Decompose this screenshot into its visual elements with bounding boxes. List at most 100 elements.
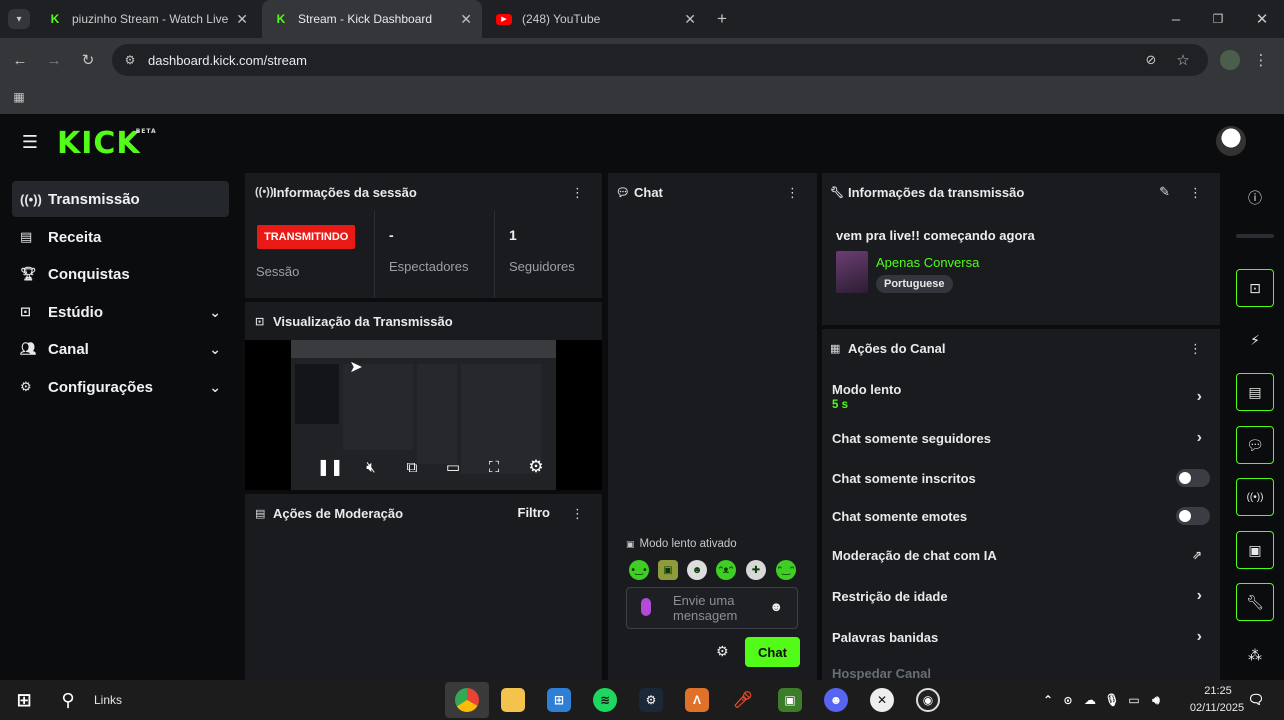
spotify-icon[interactable]: ≋ xyxy=(593,688,617,712)
profile-avatar[interactable] xyxy=(1220,50,1240,70)
shapes-icon[interactable]: ⁂ xyxy=(1236,640,1274,670)
pause-icon[interactable]: ❚❚ xyxy=(317,458,344,476)
eye-off-icon[interactable]: ⊘ xyxy=(1142,51,1160,69)
back-icon[interactable]: ← xyxy=(10,50,30,70)
rail-chat-button[interactable]: 💬︎ xyxy=(1236,426,1274,464)
video-preview[interactable]: ❚❚ 🔇︎ ⧉ ▭ ⛶ ⚙ ➤ xyxy=(245,340,602,490)
address-bar[interactable]: ⚙ dashboard.kick.com/stream ⊘ ☆ xyxy=(112,44,1208,76)
emote-icon[interactable]: ᵔᴥᵔ xyxy=(716,560,736,580)
close-icon[interactable]: ✕ xyxy=(684,11,696,28)
broadcast-icon: ((•)) xyxy=(20,191,42,207)
tab-search-icon[interactable]: ▾ xyxy=(8,9,30,29)
microphone-tray-icon[interactable]: 🎙︎ xyxy=(1100,688,1124,712)
row-label: Moderação de chat com IA xyxy=(832,547,997,563)
apps-grid-icon[interactable]: ▦ xyxy=(10,88,28,106)
channel-actions-panel: ▦ Ações do Canal ⋮ Modo lento 5 s › Chat… xyxy=(822,329,1220,680)
rail-moderation-button[interactable]: ▣ xyxy=(1236,531,1274,569)
followers-only-chat-row[interactable]: Chat somente seguidores › xyxy=(822,420,1220,456)
host-channel-row[interactable]: Hospedar Canal xyxy=(822,655,1220,681)
more-options-icon[interactable]: ⋮ xyxy=(1189,185,1202,201)
edit-icon[interactable]: ✎ xyxy=(1159,184,1170,200)
chat-input[interactable]: Envie uma mensagem ☻ xyxy=(626,587,798,629)
emote-icon[interactable]: ✚ xyxy=(746,560,766,580)
mute-icon[interactable]: 🔇︎ xyxy=(362,458,380,476)
banned-words-row[interactable]: Palavras banidas › xyxy=(822,619,1220,655)
sidebar-item-canal[interactable]: 👥︎ Canal ⌄ xyxy=(12,331,229,367)
kick-logo[interactable]: KICK BETA xyxy=(57,126,156,161)
ai-moderation-row[interactable]: Moderação de chat com IA ⇗ xyxy=(822,537,1220,573)
chrome-icon[interactable] xyxy=(455,688,479,712)
more-options-icon[interactable]: ⋮ xyxy=(571,506,584,522)
settings-icon[interactable]: ⚙ xyxy=(527,457,545,476)
app-icon[interactable]: Λ xyxy=(685,688,709,712)
minecraft-icon[interactable]: ▣ xyxy=(778,688,802,712)
rail-studio-button[interactable]: ⊡ xyxy=(1236,269,1274,307)
discord-icon[interactable]: ☻ xyxy=(824,688,848,712)
network-icon[interactable]: ▭ xyxy=(1122,688,1146,712)
emote-icon[interactable]: ᵔ‿ᵔ xyxy=(776,560,796,580)
microphone-app-icon[interactable]: 🎤︎ xyxy=(731,688,755,712)
microphone-icon[interactable] xyxy=(641,598,651,616)
category-link[interactable]: Apenas Conversa xyxy=(876,255,979,270)
rail-wrench-button[interactable]: 🔧︎ xyxy=(1236,583,1274,621)
tab-piuzinho[interactable]: K piuzinho Stream - Watch Live o ✕ xyxy=(36,0,258,38)
steam-icon[interactable]: ⚙ xyxy=(639,688,663,712)
star-icon[interactable]: ☆ xyxy=(1174,51,1192,69)
store-icon[interactable]: ⊞ xyxy=(547,688,571,712)
reload-icon[interactable]: ↻ xyxy=(78,50,98,70)
chat-settings-icon[interactable]: ⚙ xyxy=(716,643,729,660)
emote-icon[interactable]: ▣ xyxy=(658,560,678,580)
video-inner-sidebar xyxy=(295,364,339,424)
tab-youtube[interactable]: ▶ (248) YouTube ✕ xyxy=(484,0,706,38)
user-avatar[interactable] xyxy=(1216,126,1246,156)
obs-icon[interactable]: ◉ xyxy=(916,688,940,712)
sidebar-item-estudio[interactable]: ⊡ Estúdio ⌄ xyxy=(12,294,229,330)
close-window-icon[interactable]: ✕ xyxy=(1252,9,1272,29)
sidebar-item-configuracoes[interactable]: ⚙ Configurações ⌄ xyxy=(12,369,229,405)
sidebar-item-conquistas[interactable]: 🏆︎ Conquistas xyxy=(12,256,229,292)
site-settings-icon[interactable]: ⚙ xyxy=(122,52,138,68)
sidebar-item-transmissao[interactable]: ((•)) Transmissão xyxy=(12,181,229,217)
forward-icon[interactable]: → xyxy=(44,50,64,70)
sidebar-item-label: Canal xyxy=(48,340,89,358)
theater-mode-icon[interactable]: ▭ xyxy=(444,458,462,476)
lightning-icon[interactable]: ⚡︎ xyxy=(1236,325,1274,355)
xbox-icon[interactable]: ✕ xyxy=(870,688,894,712)
picture-in-picture-icon[interactable]: ⧉ xyxy=(403,458,421,476)
more-options-icon[interactable]: ⋮ xyxy=(571,185,584,201)
taskbar-time[interactable]: 21:25 xyxy=(1188,685,1248,697)
tab-kick-dashboard[interactable]: K Stream - Kick Dashboard ✕ xyxy=(262,0,482,38)
rail-notes-button[interactable]: ▤ xyxy=(1236,373,1274,411)
bookmarks-bar: ▦ xyxy=(0,82,1284,114)
emote-icon[interactable]: ☻ xyxy=(687,560,707,580)
more-options-icon[interactable]: ⋮ xyxy=(1189,341,1202,357)
new-tab-icon[interactable]: + xyxy=(712,9,732,29)
restore-icon[interactable]: ❐ xyxy=(1208,9,1228,29)
volume-icon[interactable]: 🔊︎ xyxy=(1144,688,1168,712)
sidebar-item-receita[interactable]: ▤ Receita xyxy=(12,219,229,255)
windows-start-icon[interactable]: ⊞ xyxy=(12,688,36,712)
minimize-icon[interactable]: – xyxy=(1166,9,1186,29)
emotes-only-toggle[interactable] xyxy=(1176,507,1210,525)
cloud-icon[interactable]: ☁ xyxy=(1078,688,1102,712)
subscribers-only-toggle[interactable] xyxy=(1176,469,1210,487)
more-options-icon[interactable]: ⋮ xyxy=(786,185,799,201)
search-icon[interactable]: ⚲ xyxy=(56,688,80,712)
emoji-icon[interactable]: ☻ xyxy=(769,599,783,614)
file-explorer-icon[interactable] xyxy=(501,688,525,712)
close-icon[interactable]: ✕ xyxy=(236,11,248,28)
info-icon[interactable]: ⓘ xyxy=(1236,183,1274,213)
emote-icon[interactable]: •‿• xyxy=(629,560,649,580)
send-chat-button[interactable]: Chat xyxy=(745,637,800,667)
fullscreen-icon[interactable]: ⛶ xyxy=(485,458,503,476)
filter-button[interactable]: Filtro xyxy=(518,505,551,520)
close-icon[interactable]: ✕ xyxy=(460,11,472,28)
rail-broadcast-button[interactable]: ((•)) xyxy=(1236,478,1274,516)
age-restriction-row[interactable]: Restrição de idade › xyxy=(822,578,1220,614)
tray-icon[interactable]: ⊙ xyxy=(1056,688,1080,712)
taskbar-search-label[interactable]: Links xyxy=(94,693,122,707)
slow-mode-row[interactable]: Modo lento 5 s › xyxy=(822,378,1220,418)
hamburger-menu-icon[interactable]: ☰ xyxy=(20,132,40,152)
notifications-icon[interactable]: 🗨︎ xyxy=(1244,688,1268,712)
browser-menu-icon[interactable]: ⋮ xyxy=(1254,50,1269,70)
